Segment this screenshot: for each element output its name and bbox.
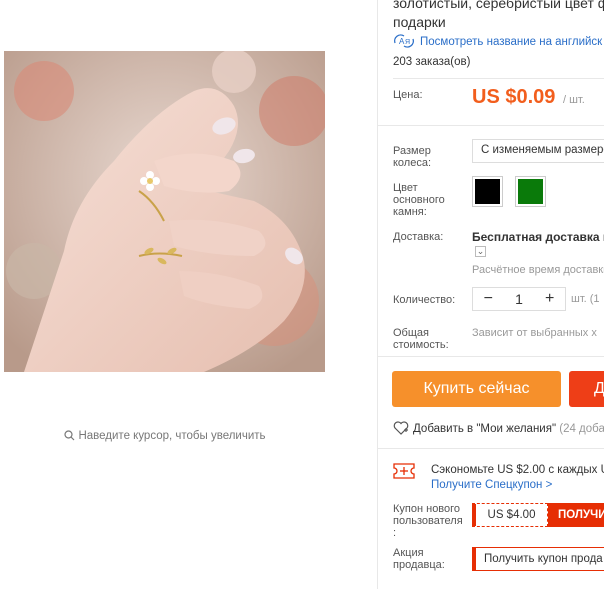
shipping-label: Доставка: <box>393 231 444 243</box>
wishlist-count: (24 добав <box>559 423 604 435</box>
translate-link-text: Посмотреть название на английск <box>420 36 603 48</box>
price-unit: / шт. <box>562 94 585 106</box>
wishlist-text: Добавить в "Мои желания" <box>413 423 557 435</box>
new-user-coupon-label: Купон нового пользователя : <box>393 503 463 539</box>
magnifier-icon <box>64 430 75 444</box>
seller-promo-label: Акция продавца: <box>393 547 445 571</box>
product-image[interactable] <box>4 51 325 372</box>
stone-color-label: Цвет основного камня: <box>393 182 445 218</box>
product-title: золотистый, серебристый цвет ф подарки <box>393 0 604 32</box>
new-user-coupon-button[interactable]: ПОЛУЧИ <box>548 503 604 527</box>
svg-text:Я: Я <box>405 39 410 46</box>
quantity-unit: шт. (1 <box>571 293 600 305</box>
quantity-input[interactable]: 1 <box>504 291 535 307</box>
get-coupon-link[interactable]: Получите Спецкупон > <box>431 479 552 491</box>
product-title-line1: золотистый, серебристый цвет ф <box>393 0 604 11</box>
price-value: US $0.09 <box>472 86 556 108</box>
new-user-coupon-amount: US $4.00 <box>472 503 548 527</box>
price: US $0.09 / шт. <box>472 86 585 109</box>
ring-hand-photo <box>4 51 325 372</box>
delivery-estimate: Расчётное время доставки <box>472 264 604 276</box>
quantity-stepper: − 1 + <box>472 287 566 311</box>
add-to-wishlist-link[interactable]: Добавить в "Мои желания" (24 добав <box>393 421 604 435</box>
size-label: Размер колеса: <box>393 145 432 169</box>
separator <box>377 356 604 357</box>
seller-coupon-button[interactable]: Получить купон прода <box>472 547 604 571</box>
quantity-increment-button[interactable]: + <box>534 290 565 308</box>
color-swatch-black[interactable] <box>472 176 503 207</box>
zoom-hint-text: Наведите курсор, чтобы увеличить <box>78 430 266 442</box>
quantity-decrement-button[interactable]: − <box>473 290 504 308</box>
coupon-icon <box>393 463 415 482</box>
size-select[interactable]: С изменяемым размером <box>472 139 604 163</box>
quantity-label: Количество: <box>393 294 456 306</box>
separator <box>377 125 604 126</box>
buy-now-button[interactable]: Купить сейчас <box>392 371 561 407</box>
heart-icon <box>393 421 409 435</box>
total-value: Зависит от выбранных х <box>472 327 597 339</box>
color-swatch-fill <box>475 179 500 204</box>
shipping-value[interactable]: Бесплатная доставка в <box>472 230 604 244</box>
total-label: Общая стоимость: <box>393 327 449 351</box>
translate-icon: A Я <box>394 34 414 48</box>
color-swatch-fill <box>518 179 543 204</box>
divider <box>377 0 378 589</box>
separator <box>377 448 604 449</box>
zoom-hint: Наведите курсор, чтобы увеличить <box>0 430 330 444</box>
chevron-down-icon[interactable]: ⌄ <box>475 246 486 257</box>
price-label: Цена: <box>393 89 423 101</box>
separator <box>393 78 604 79</box>
product-title-line2: подарки <box>393 14 446 30</box>
coupon-save-text: Сэкономьте US $2.00 с каждых U <box>431 464 604 476</box>
add-to-cart-button[interactable]: Д <box>569 371 604 407</box>
color-swatch-green[interactable] <box>515 176 546 207</box>
translate-link[interactable]: A Я Посмотреть название на английск <box>393 34 602 48</box>
orders-count: 203 заказа(ов) <box>393 56 471 68</box>
